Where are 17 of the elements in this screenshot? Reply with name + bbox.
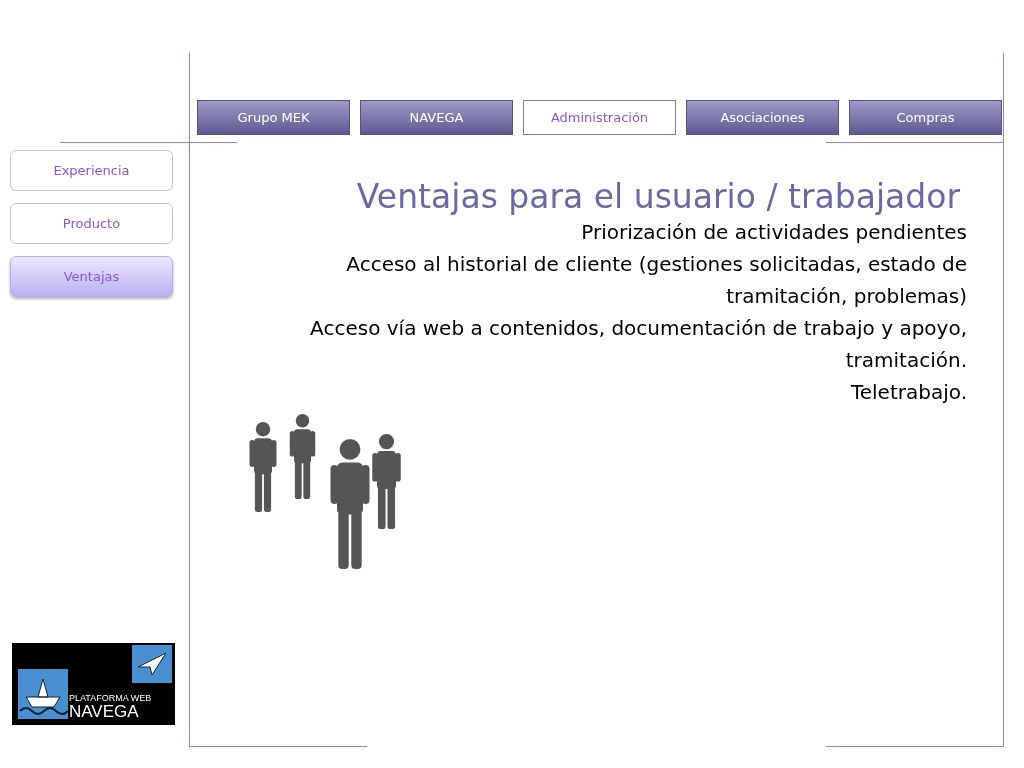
nav-tab[interactable]: Compras	[849, 100, 1002, 135]
nav-tab[interactable]: Asociaciones	[686, 100, 839, 135]
nav-tab[interactable]: Grupo MEK	[197, 100, 350, 135]
slide-title: Ventajas para el usuario / trabajador	[356, 177, 960, 216]
bullet-text: Acceso al historial de cliente (gestiones solicitadas, estado de tramitación, problemas)	[345, 251, 967, 310]
bullet-text: Acceso vía web a contenidos, documentación de trabajo y apoyo, tramitación.	[309, 315, 967, 374]
bullet-text: Teletrabajo.	[850, 379, 967, 406]
sidebar-item[interactable]: Producto	[10, 203, 173, 244]
logo-text: NAVEGA	[69, 703, 140, 721]
sidebar-item[interactable]: Ventajas	[10, 256, 173, 297]
logo-text: PLATAFORMA WEB	[69, 693, 153, 703]
bullet-text: Priorización de actividades pendientes	[581, 219, 967, 246]
nav-tab[interactable]: NAVEGA	[360, 100, 513, 135]
paper-plane-icon	[132, 645, 172, 683]
sidebar-item[interactable]: Experiencia	[10, 150, 173, 191]
nav-tab[interactable]: Administración	[523, 100, 676, 135]
boat-icon	[18, 669, 68, 719]
